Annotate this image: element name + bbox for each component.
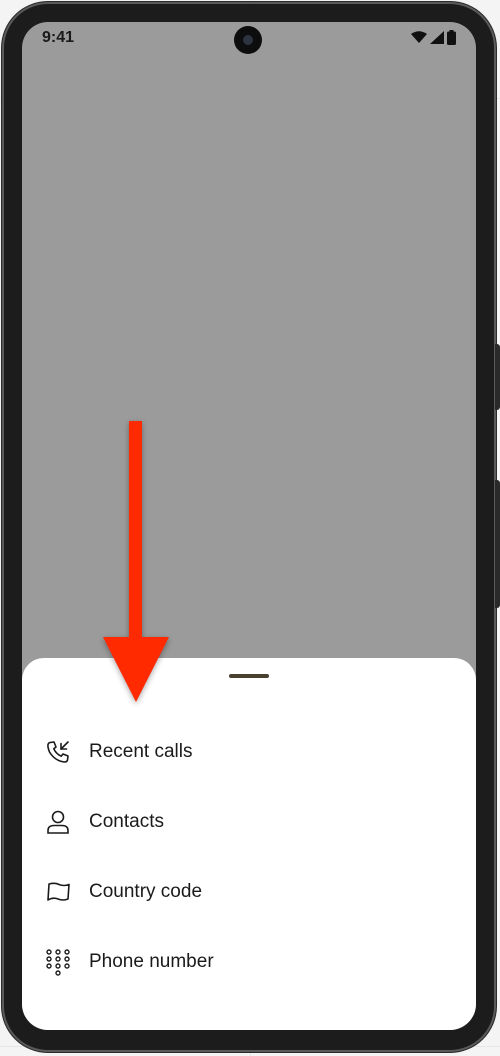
annotation-arrow-shaft <box>129 421 142 639</box>
wifi-icon <box>411 31 427 43</box>
menu-item-label: Recent calls <box>89 741 193 762</box>
bottom-sheet: Recent calls Contacts Country code Phone… <box>22 658 476 1030</box>
volume-button <box>495 480 500 608</box>
menu-item-label: Phone number <box>89 951 214 972</box>
power-button <box>495 344 500 410</box>
status-icons <box>411 30 456 45</box>
screenshot-canvas: 9:41 Recent calls Contacts Country code … <box>0 0 500 1056</box>
front-camera <box>234 26 262 54</box>
status-bar: 9:41 <box>22 22 476 56</box>
recent-calls-icon <box>44 738 72 766</box>
flag-icon <box>44 878 72 906</box>
phone-frame: 9:41 Recent calls Contacts Country code … <box>2 2 500 1052</box>
bottom-sheet-menu: Recent calls Contacts Country code Phone… <box>22 717 476 997</box>
battery-icon <box>447 30 456 45</box>
menu-item-recent-calls[interactable]: Recent calls <box>22 717 476 787</box>
drag-handle[interactable] <box>229 674 269 678</box>
menu-item-contacts[interactable]: Contacts <box>22 787 476 857</box>
menu-item-phone-number[interactable]: Phone number <box>22 927 476 997</box>
person-icon <box>44 808 72 836</box>
status-time: 9:41 <box>42 29 75 46</box>
menu-item-label: Country code <box>89 881 203 902</box>
phone-screen: 9:41 Recent calls Contacts Country code … <box>22 22 476 1030</box>
annotation-arrow-head <box>103 637 169 702</box>
menu-item-country-code[interactable]: Country code <box>22 857 476 927</box>
menu-item-label: Contacts <box>89 811 164 832</box>
dialpad-icon <box>44 948 72 976</box>
cellular-signal-icon <box>430 31 444 44</box>
annotation-arrow-down-icon <box>103 421 169 702</box>
